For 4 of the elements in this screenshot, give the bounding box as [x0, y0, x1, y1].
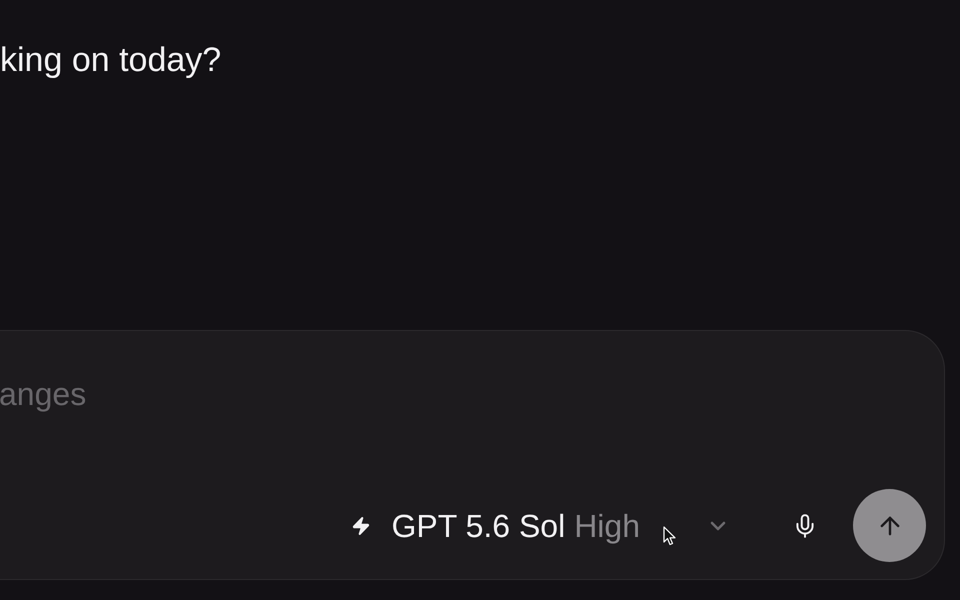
mouse-cursor-icon [663, 526, 676, 546]
model-selector[interactable]: GPT 5.6 Sol High [351, 506, 730, 546]
greeting-heading: king on today? [0, 40, 222, 80]
message-input[interactable]: anges [0, 372, 819, 416]
